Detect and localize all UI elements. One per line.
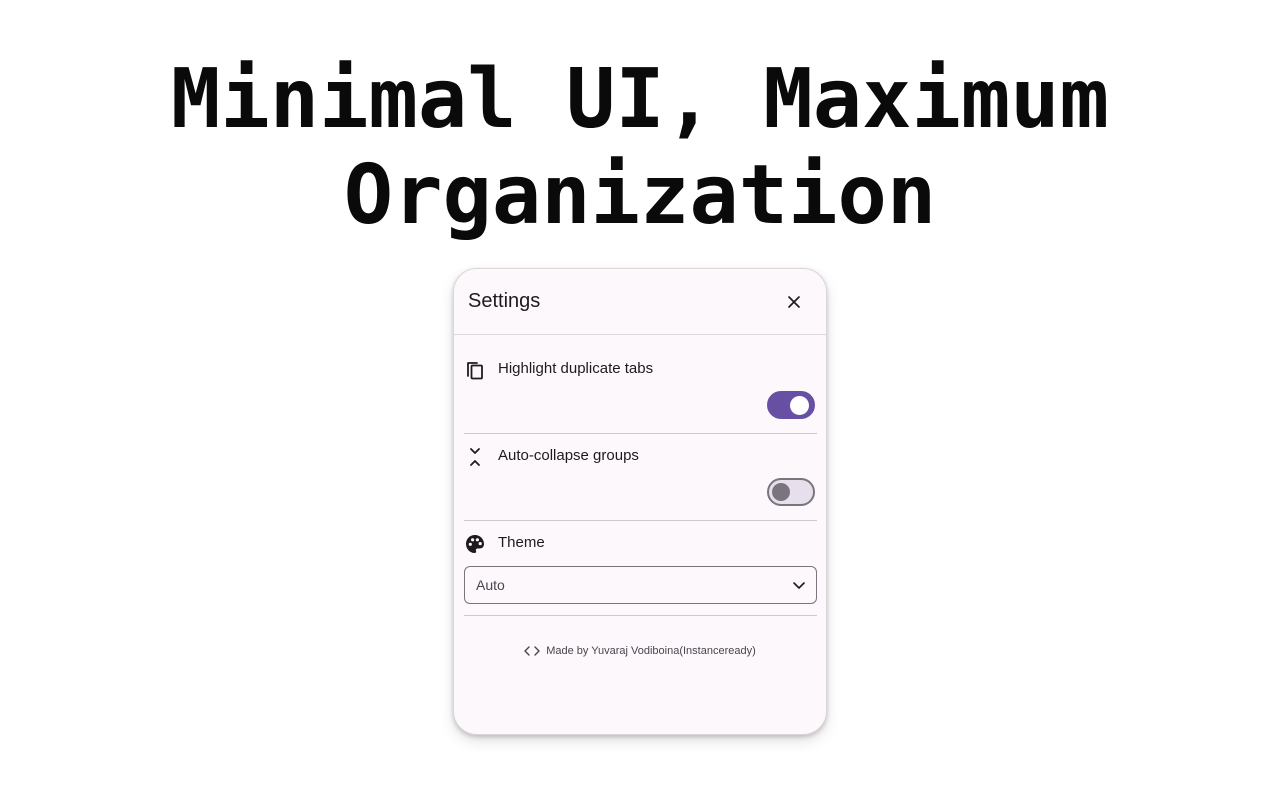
settings-header: Settings [454,269,826,335]
divider [464,520,817,521]
footer: Made by Yuvaraj Vodiboina(Instanceready) [454,645,826,657]
theme-label: Theme [498,534,545,551]
headline-line-1: Minimal UI, Maximum [171,52,1109,147]
divider [464,615,817,616]
settings-panel: Settings Highlight duplicate tabs Auto-c… [453,268,827,735]
toggle-knob [790,395,809,415]
chevron-down-icon [793,582,805,589]
setting-theme: Theme [464,531,817,561]
toggle-knob [772,483,790,501]
palette-icon [466,535,484,553]
divider [464,433,817,434]
setting-label: Auto-collapse groups [498,447,639,464]
copy-icon [467,362,483,380]
setting-highlight-duplicates: Highlight duplicate tabs [464,357,817,427]
settings-title: Settings [468,290,541,312]
footer-credit: Made by Yuvaraj Vodiboina(Instanceready) [546,645,756,658]
highlight-duplicates-toggle[interactable] [767,391,815,419]
collapse-icon [470,448,480,466]
auto-collapse-toggle[interactable] [767,478,815,506]
theme-select-value: Auto [476,577,505,593]
close-icon [788,296,800,308]
close-button[interactable] [783,291,805,313]
setting-auto-collapse: Auto-collapse groups [464,444,817,514]
theme-select[interactable]: Auto [464,566,817,604]
code-icon [524,646,540,656]
setting-label: Highlight duplicate tabs [498,360,654,377]
headline: Minimal UI, Maximum Organization [0,52,1280,244]
headline-line-2: Organization [343,148,937,243]
